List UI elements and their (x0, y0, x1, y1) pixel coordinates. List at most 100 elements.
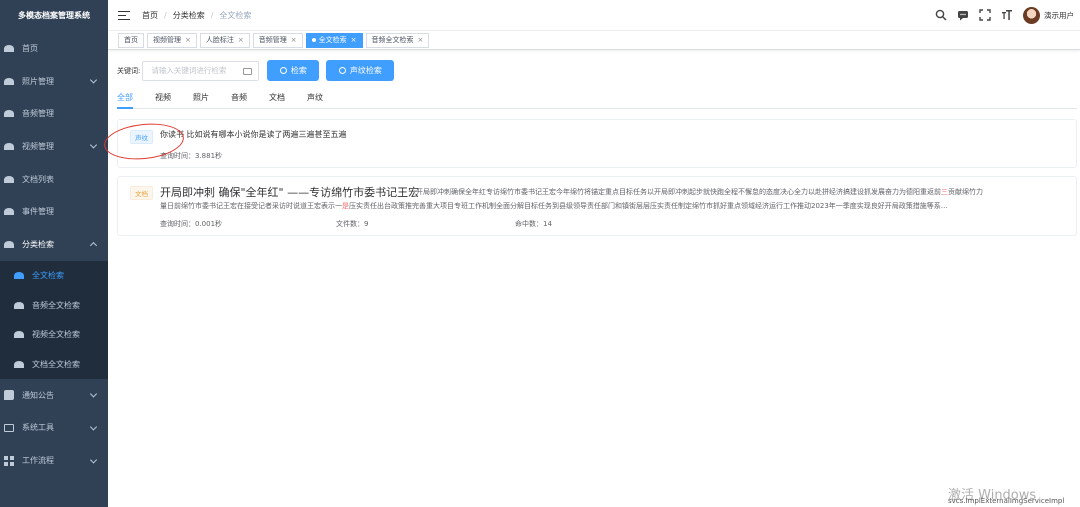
sidebar-item-system-tools[interactable]: 系统工具 (0, 412, 108, 445)
sidebar-item-notice[interactable]: 通知公告 (0, 379, 108, 412)
sidebar-item-label: 视频管理 (22, 141, 54, 151)
search-icon (279, 67, 287, 74)
sidebar-submenu: 全文检索 音频全文检索 视频全文检索 文档全文检索 (0, 260, 108, 379)
sidebar-item-photo[interactable]: 照片管理 (0, 65, 108, 98)
chevron-down-icon (89, 76, 98, 84)
sidebar-subitem-video-fulltext[interactable]: 视频全文检索 (0, 320, 108, 350)
breadcrumb-home[interactable]: 首页 (142, 10, 158, 21)
file-count: 文件数：9 (336, 220, 369, 228)
active-dot-icon (311, 38, 316, 42)
watermark-subtext: svcs.ImplExternalImgServiceImpl (948, 497, 1065, 505)
close-icon[interactable]: × (418, 34, 424, 47)
result-title[interactable]: 开局即冲刺 确保"全年红" ——专访绵竹市委书记王宏 (160, 184, 419, 200)
notice-icon (4, 390, 14, 401)
result-card[interactable]: 文档 开局即冲刺 确保"全年红" ——专访绵竹市委书记王宏 开局即冲刺确保全年红… (117, 176, 1077, 236)
breadcrumb: 首页 / 分类检索 / 全文检索 (142, 10, 252, 21)
breadcrumb-current: 全文检索 (219, 10, 252, 20)
main-content: 关键词: 请输入关键词进行检索 检索 声纹检索 全部 视频 照片 音频 文档 声… (108, 51, 1080, 507)
chevron-down-icon (89, 455, 98, 464)
chevron-up-icon (89, 242, 98, 250)
tag-fulltext-search[interactable]: 全文检索 × (305, 32, 363, 48)
keyword-label: 关键词: (117, 66, 141, 75)
close-icon[interactable]: × (185, 34, 191, 47)
sidebar-item-label: 全文检索 (32, 271, 64, 281)
search-form: 关键词: 请输入关键词进行检索 检索 声纹检索 (117, 60, 395, 81)
search-icon (338, 67, 346, 74)
close-icon[interactable]: × (238, 34, 244, 47)
dashboard-icon (14, 360, 24, 368)
tag-audio-fulltext[interactable]: 音频全文检索 × (365, 32, 430, 48)
sidebar-item-label: 文档列表 (22, 174, 54, 184)
navbar-tools: 演示用户 (925, 6, 1074, 24)
workflow-icon (4, 455, 14, 466)
sidebar: 多模态档案管理系统 首页 照片管理 音频管理 视频管理 文档列表 事件管理 分类… (0, 0, 108, 507)
event-icon (4, 208, 14, 216)
sidebar-subitem-audio-fulltext[interactable]: 音频全文检索 (0, 290, 108, 320)
chevron-down-icon (89, 141, 98, 149)
category-icon (4, 240, 14, 248)
document-icon (4, 175, 14, 183)
audio-icon (4, 110, 14, 118)
app-title: 多模态档案管理系统 (18, 11, 90, 20)
video-icon (4, 142, 14, 150)
sidebar-item-audio[interactable]: 音频管理 (0, 97, 108, 130)
close-icon[interactable]: × (351, 34, 357, 47)
close-icon[interactable]: × (291, 34, 297, 47)
tab-audio[interactable]: 音频 (231, 91, 247, 109)
sidebar-item-category-search[interactable]: 分类检索 (0, 228, 108, 261)
tag-home[interactable]: 首页 (118, 32, 144, 48)
voiceprint-search-button[interactable]: 声纹检索 (326, 60, 395, 81)
sidebar-item-label: 音频全文检索 (32, 300, 80, 310)
sidebar-item-events[interactable]: 事件管理 (0, 195, 108, 228)
breadcrumb-category[interactable]: 分类检索 (173, 10, 205, 21)
sidebar-item-label: 通知公告 (22, 390, 54, 400)
result-card[interactable]: 声纹 你读书 比如说有哪本小说你是读了两遍三遍甚至五遍 查询时间：3.881秒 (117, 119, 1077, 168)
tags-view: 首页 视频管理 × 人脸标注 × 音频管理 × 全文检索 × 音频全文检索 × (108, 31, 1080, 50)
result-type-badge: 文档 (130, 186, 153, 200)
keyword-input[interactable]: 请输入关键词进行检索 (142, 60, 260, 81)
sidebar-item-label: 分类检索 (22, 239, 54, 249)
query-time: 查询时间：0.001秒 (160, 220, 223, 228)
tab-all[interactable]: 全部 (117, 91, 133, 109)
result-snippet-line1: 开局即冲刺确保全年红专访绵竹市委书记王宏今年绵竹将锚定重点目标任务以开局即冲刺起… (416, 188, 983, 196)
search-icon[interactable] (935, 9, 947, 21)
menu-toggle-icon[interactable] (118, 10, 130, 20)
tab-photo[interactable]: 照片 (193, 91, 209, 109)
sidebar-item-label: 工作流程 (22, 456, 54, 466)
sidebar-item-documents[interactable]: 文档列表 (0, 163, 108, 196)
sidebar-item-video[interactable]: 视频管理 (0, 130, 108, 163)
sidebar-subitem-fulltext[interactable]: 全文检索 (0, 260, 108, 291)
sidebar-item-label: 文档全文检索 (32, 359, 80, 369)
result-tabs: 全部 视频 照片 音频 文档 声纹 (117, 91, 1077, 109)
tag-video-manage[interactable]: 视频管理 × (147, 32, 197, 48)
photo-icon (4, 77, 14, 85)
message-icon[interactable] (957, 9, 969, 21)
fullscreen-icon[interactable] (979, 9, 991, 21)
chevron-down-icon (89, 390, 98, 398)
search-button[interactable]: 检索 (267, 60, 320, 81)
result-snippet-line2: 量日前绵竹市委书记王宏在接受记者采访时说道王宏表示一是压实责任出台政策推完善重大… (160, 202, 948, 210)
sidebar-item-home[interactable]: 首页 (0, 32, 108, 65)
tool-icon (4, 423, 14, 432)
sidebar-item-label: 照片管理 (22, 76, 54, 86)
tag-face-label[interactable]: 人脸标注 × (199, 32, 250, 48)
dashboard-icon (14, 301, 24, 309)
avatar[interactable] (1023, 6, 1040, 24)
sidebar-subitem-doc-fulltext[interactable]: 文档全文检索 (0, 349, 108, 379)
navbar: 首页 / 分类检索 / 全文检索 演示用户 (108, 0, 1080, 31)
sidebar-item-label: 首页 (22, 43, 38, 53)
user-name[interactable]: 演示用户 (1044, 10, 1074, 21)
sidebar-item-workflow[interactable]: 工作流程 (0, 444, 108, 477)
tag-audio-manage[interactable]: 音频管理 × (252, 32, 303, 48)
dashboard-icon (4, 44, 14, 52)
sidebar-item-label: 视频全文检索 (32, 330, 80, 340)
sidebar-item-label: 音频管理 (22, 109, 54, 119)
chevron-down-icon (89, 423, 98, 431)
camera-icon[interactable] (243, 67, 253, 75)
result-text[interactable]: 你读书 比如说有哪本小说你是读了两遍三遍甚至五遍 (160, 129, 347, 140)
tab-voiceprint[interactable]: 声纹 (307, 91, 323, 109)
font-size-icon[interactable] (1001, 9, 1013, 21)
tab-document[interactable]: 文档 (269, 91, 285, 109)
sidebar-item-label: 事件管理 (22, 207, 54, 217)
tab-video[interactable]: 视频 (155, 91, 171, 109)
